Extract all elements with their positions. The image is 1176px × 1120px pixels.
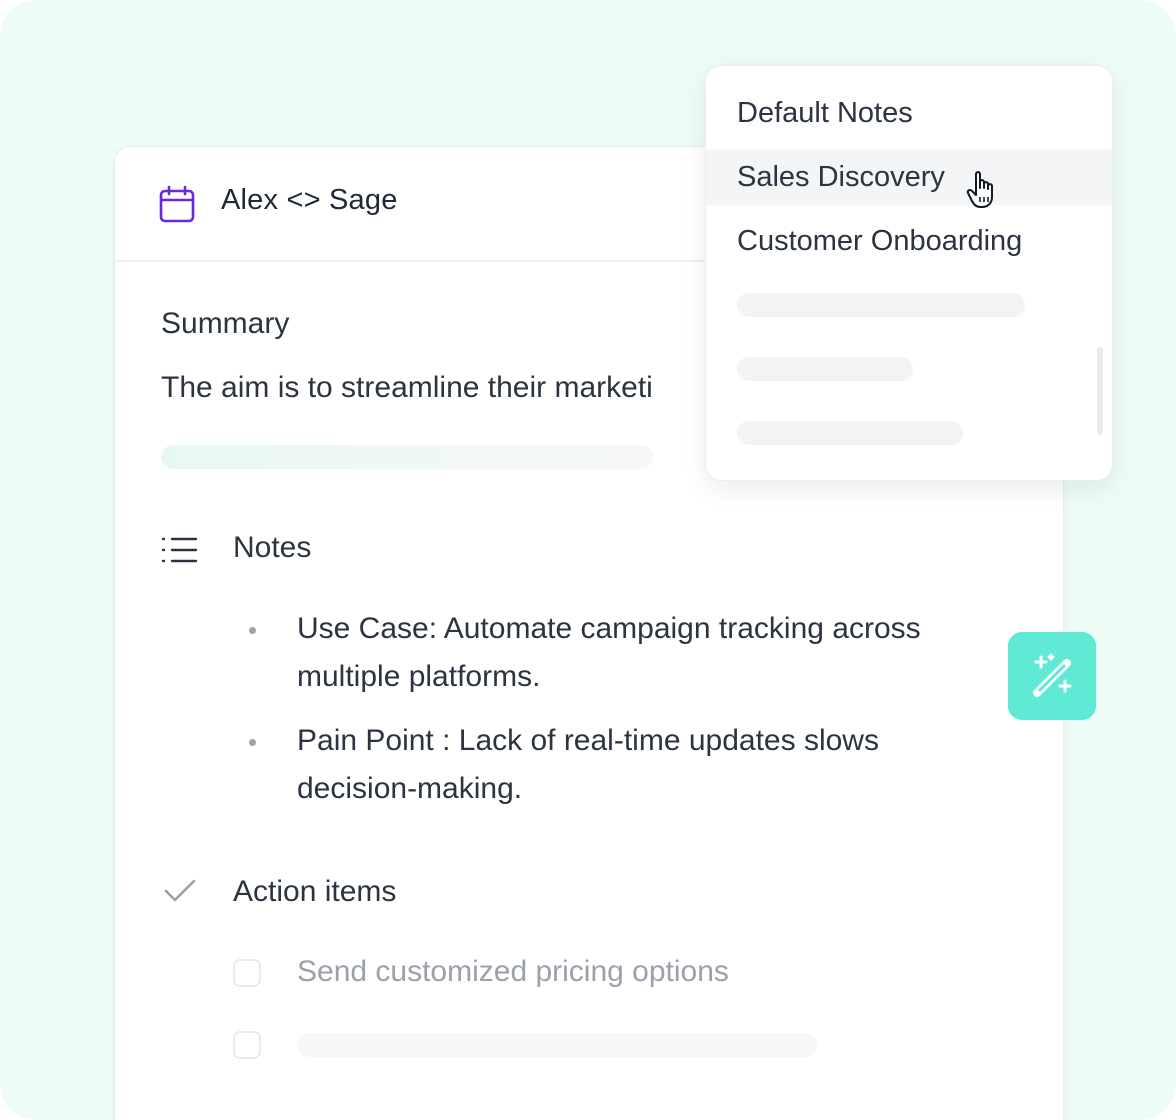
action-item-checkbox[interactable] <box>233 1031 261 1059</box>
action-item-loading-placeholder <box>297 1033 817 1057</box>
note-item: Pain Point : Lack of real-time updates s… <box>297 717 1017 813</box>
template-dropdown-menu: Default Notes Sales Discovery Customer O… <box>705 65 1113 481</box>
menu-item-default-notes[interactable]: Default Notes <box>706 85 1112 141</box>
note-item-line: Use Case: Automate campaign tracking acr… <box>297 612 921 645</box>
magic-wand-icon <box>1033 653 1072 697</box>
menu-item-customer-onboarding[interactable]: Customer Onboarding <box>706 213 1112 269</box>
bullet-dot <box>249 627 256 634</box>
action-item-label: Send customized pricing options <box>297 955 729 988</box>
summary-loading-placeholder <box>161 445 653 469</box>
note-item: Use Case: Automate campaign tracking acr… <box>297 605 1017 701</box>
check-icon <box>164 879 196 902</box>
menu-item-loading-placeholder <box>737 293 1025 317</box>
magic-generate-button[interactable] <box>1008 632 1096 720</box>
menu-item-sales-discovery[interactable]: Sales Discovery <box>706 149 1112 205</box>
action-items-heading: Action items <box>233 875 397 908</box>
menu-scrollbar[interactable] <box>1097 347 1103 435</box>
meeting-title: Alex <> Sage <box>221 184 398 216</box>
menu-item-loading-placeholder <box>737 357 913 381</box>
note-item-line: multiple platforms. <box>297 660 541 693</box>
menu-item-loading-placeholder <box>737 421 963 445</box>
list-icon <box>161 537 198 563</box>
action-item-checkbox[interactable] <box>233 959 261 987</box>
summary-text: The aim is to streamline their marketi <box>161 371 653 404</box>
calendar-icon <box>159 185 195 223</box>
app-background: Alex <> Sage Summary The aim is to strea… <box>0 0 1176 1120</box>
bullet-dot <box>249 739 256 746</box>
summary-heading: Summary <box>161 307 290 340</box>
note-item-line: decision-making. <box>297 772 523 805</box>
note-item-line: Pain Point : Lack of real-time updates s… <box>297 724 879 757</box>
hand-pointer-cursor-icon <box>966 171 993 208</box>
notes-heading: Notes <box>233 531 312 564</box>
